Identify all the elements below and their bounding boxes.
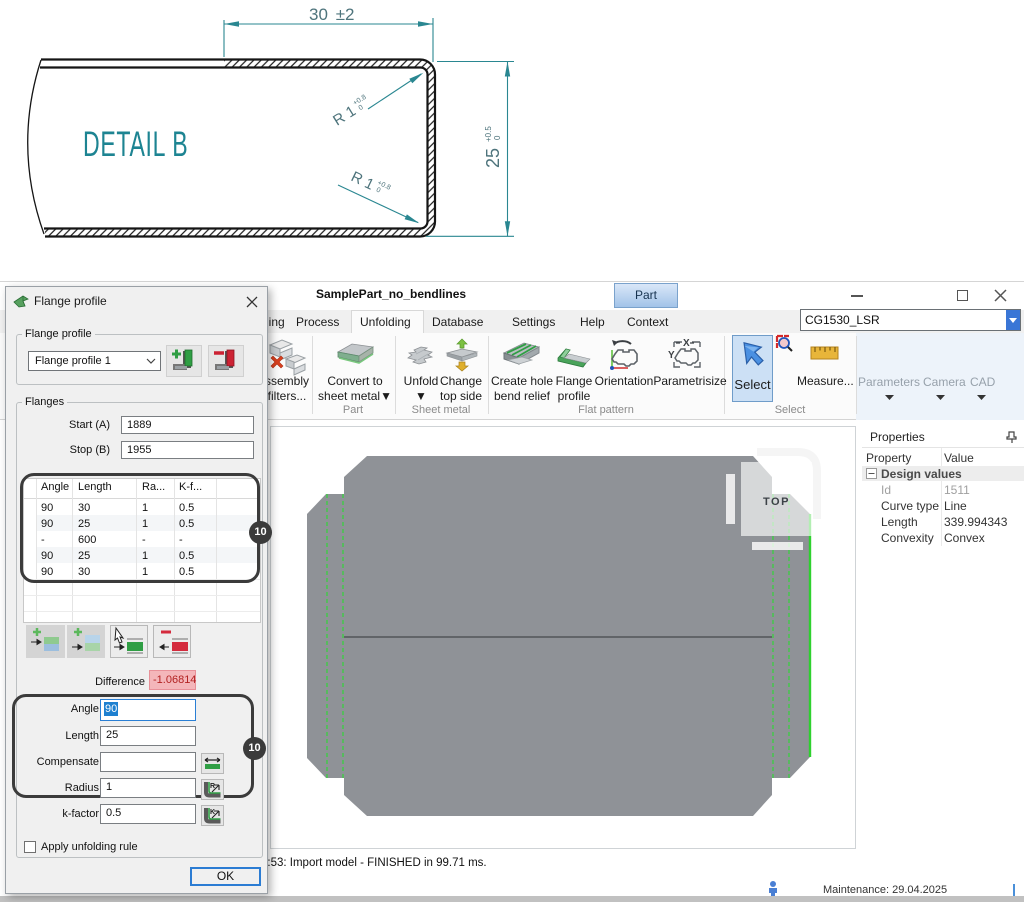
svg-text:0: 0 xyxy=(493,135,502,140)
svg-text:30: 30 xyxy=(309,5,328,24)
svg-text:R 1: R 1 xyxy=(348,168,376,193)
svg-text:0: 0 xyxy=(375,187,382,195)
svg-text:Y: Y xyxy=(668,350,675,361)
svg-text:0: 0 xyxy=(358,104,365,112)
svg-text:DETAIL B: DETAIL B xyxy=(83,125,188,164)
svg-text:±2: ±2 xyxy=(331,5,355,24)
svg-text:+0.5: +0.5 xyxy=(484,126,493,142)
svg-text:TOP: TOP xyxy=(763,496,790,508)
svg-text:25: 25 xyxy=(483,148,503,168)
svg-text:X: X xyxy=(683,338,690,349)
